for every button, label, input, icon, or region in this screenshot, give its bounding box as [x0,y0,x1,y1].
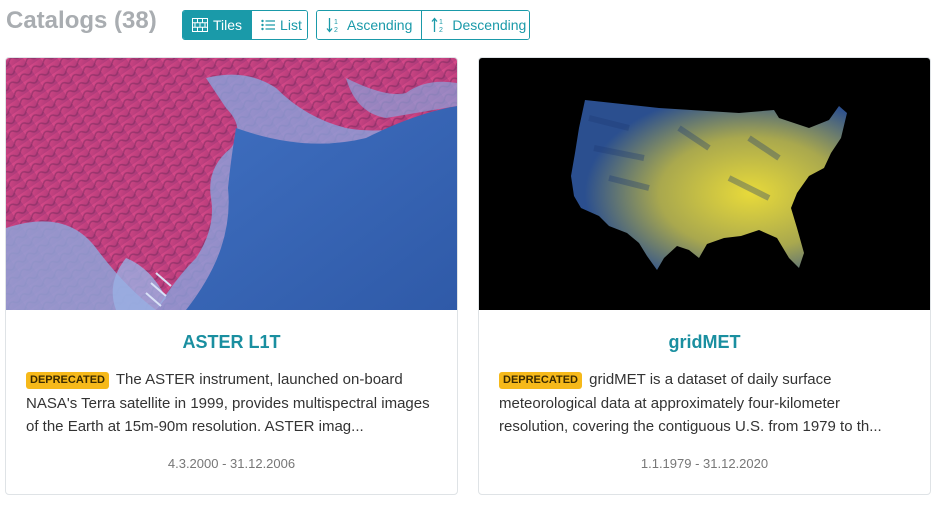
card-title[interactable]: ASTER L1T [6,332,457,353]
catalog-card-aster[interactable]: ASTER L1T DEPRECATED The ASTER instrumen… [5,57,458,495]
page-title: Catalogs (38) [6,7,157,34]
tiles-icon [192,18,208,32]
card-date-range: 1.1.1979 - 31.12.2020 [640,456,769,471]
card-description: DEPRECATED The ASTER instrument, launche… [26,368,438,440]
deprecated-badge: DEPRECATED [26,372,109,389]
svg-text:1: 1 [334,19,338,26]
header: Catalogs (38) Tiles List 1 2 Ascending 1… [0,0,944,50]
list-button[interactable]: List [251,11,307,39]
catalog-card-gridmet[interactable]: gridMET DEPRECATED gridMET is a dataset … [478,57,931,495]
svg-text:1: 1 [439,19,443,26]
deprecated-badge: DEPRECATED [499,372,582,389]
sort-toggle: 1 2 Ascending 1 2 Descending [316,10,530,40]
card-thumbnail[interactable] [479,58,930,310]
card-description: DEPRECATED gridMET is a dataset of daily… [499,368,911,440]
tiles-button-label: Tiles [213,17,243,33]
card-thumbnail[interactable] [6,58,457,310]
list-icon [261,19,276,31]
view-toggle: Tiles List [182,10,308,40]
sort-ascending-icon: 1 2 [326,17,342,33]
tiles-button[interactable]: Tiles [183,11,252,39]
card-date-range: 4.3.2000 - 31.12.2006 [167,456,296,471]
ascending-button-label: Ascending [347,17,413,33]
svg-text:2: 2 [439,27,443,33]
sort-descending-icon: 1 2 [431,17,447,33]
list-button-label: List [280,17,302,33]
ascending-button[interactable]: 1 2 Ascending [317,11,422,39]
descending-button[interactable]: 1 2 Descending [421,11,529,39]
svg-text:2: 2 [334,27,338,33]
descending-button-label: Descending [452,17,527,33]
card-title[interactable]: gridMET [479,332,930,353]
